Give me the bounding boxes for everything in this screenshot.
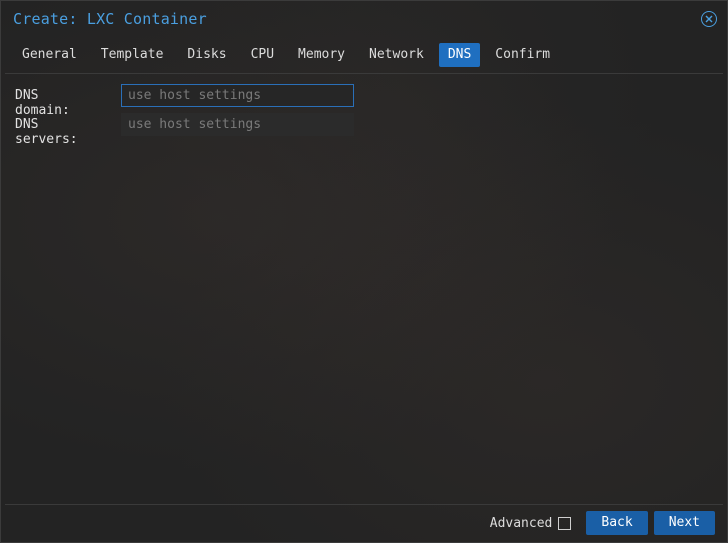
tab-general[interactable]: General (13, 43, 86, 67)
advanced-label: Advanced (489, 515, 553, 531)
next-button[interactable]: Next (653, 511, 715, 535)
dns-servers-label: DNS servers: (15, 117, 78, 147)
close-icon[interactable] (701, 11, 717, 27)
tab-disks[interactable]: Disks (178, 43, 235, 67)
tab-cpu[interactable]: CPU (242, 43, 283, 67)
close-x-glyph (705, 15, 713, 23)
create-lxc-dialog: Create: LXC Container General Template D… (0, 0, 728, 543)
dialog-footer: Advanced Back Next (490, 511, 715, 535)
dialog-titlebar: Create: LXC Container (1, 1, 727, 37)
advanced-checkbox[interactable] (558, 516, 572, 530)
dns-domain-label: DNS domain: (15, 88, 70, 118)
footer-divider (5, 504, 723, 505)
tab-confirm[interactable]: Confirm (486, 43, 559, 67)
tab-network[interactable]: Network (360, 43, 433, 67)
tab-divider (5, 73, 723, 74)
dialog-title: Create: LXC Container (13, 10, 207, 28)
dns-domain-input[interactable] (121, 84, 354, 107)
tab-memory[interactable]: Memory (289, 43, 354, 67)
wizard-tabs: General Template Disks CPU Memory Networ… (13, 43, 565, 67)
tab-template[interactable]: Template (92, 43, 173, 67)
back-button[interactable]: Back (586, 511, 648, 535)
dns-servers-input[interactable] (121, 113, 354, 136)
tab-dns[interactable]: DNS (438, 43, 481, 67)
